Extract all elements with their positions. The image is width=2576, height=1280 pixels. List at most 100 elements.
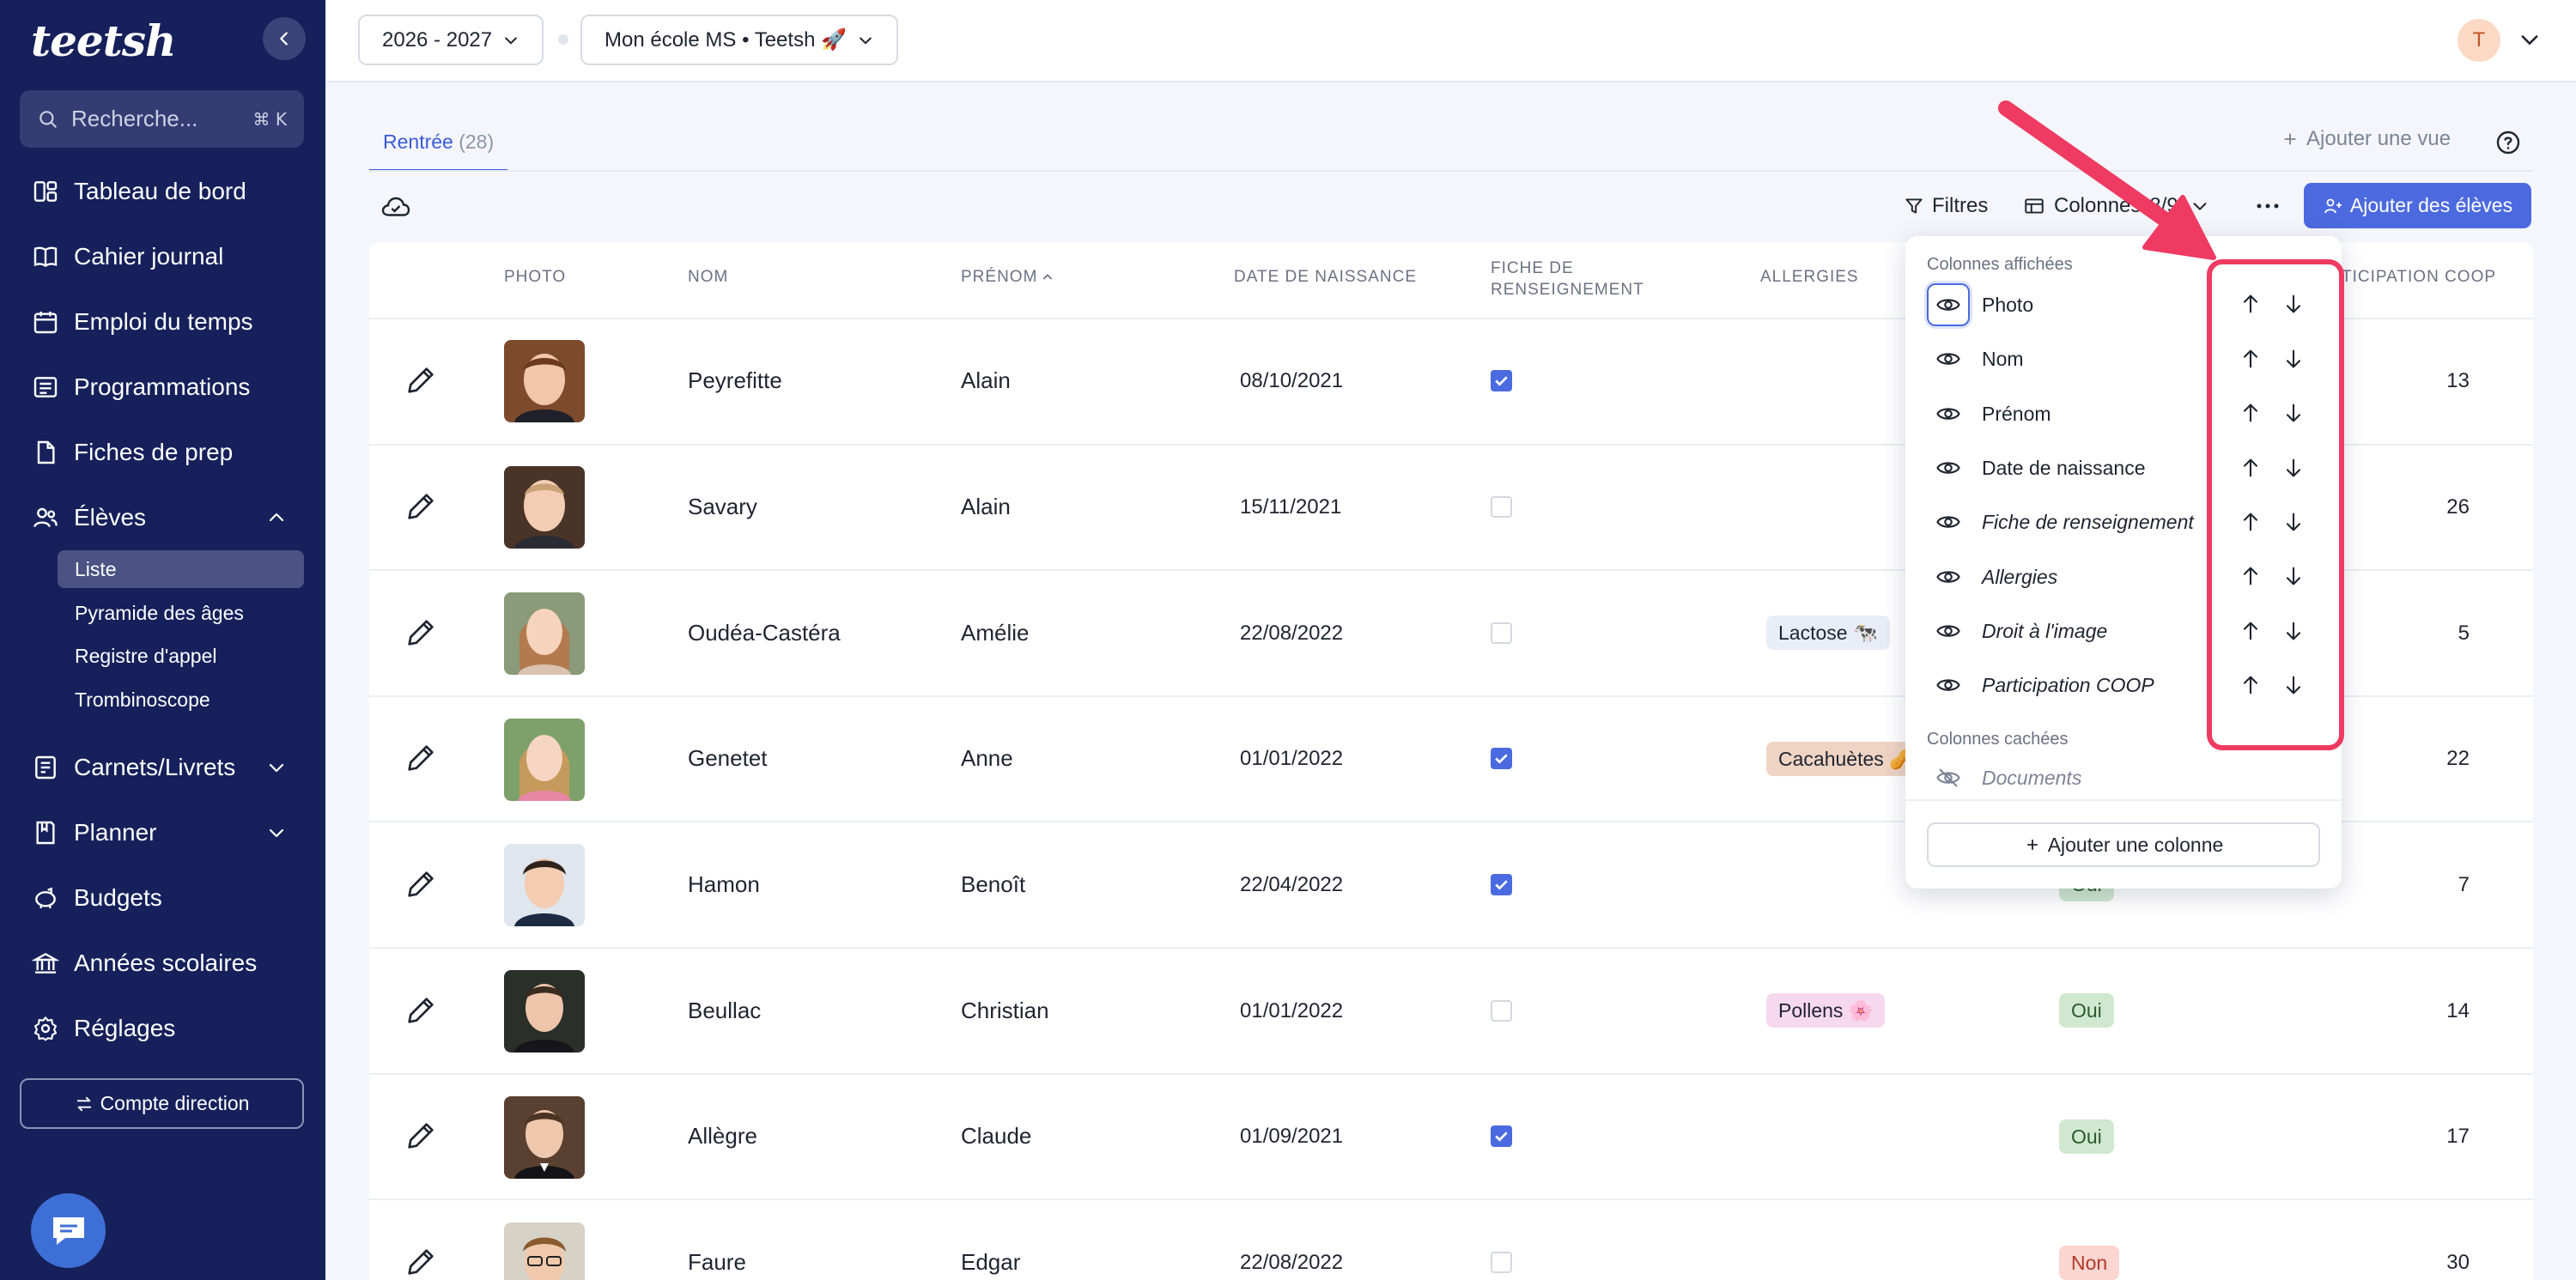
more-horizontal-icon <box>2257 203 2279 209</box>
cell-prenom: Benoît <box>961 871 1026 897</box>
image-rights-badge: Oui <box>2059 993 2114 1028</box>
compte-direction-button[interactable]: Compte direction <box>20 1078 304 1129</box>
search-placeholder: Recherche... <box>71 106 198 131</box>
chat-button[interactable] <box>31 1193 106 1268</box>
fiche-checkbox[interactable] <box>1491 622 1512 644</box>
edit-pencil-icon[interactable] <box>404 867 438 901</box>
school-select[interactable]: Mon école MS • Teetsh 🚀 <box>580 15 898 65</box>
cell-nom: Peyrefitte <box>688 367 782 393</box>
student-photo <box>504 970 585 1053</box>
eye-icon[interactable] <box>1927 610 1970 652</box>
header-prenom-label: PRÉNOM <box>961 268 1038 286</box>
cell-prenom: Amélie <box>961 620 1030 646</box>
edit-pencil-icon[interactable] <box>404 489 438 524</box>
more-options-button[interactable] <box>2255 191 2281 221</box>
edit-pencil-icon[interactable] <box>404 1119 438 1153</box>
edit-pencil-icon[interactable] <box>404 363 438 397</box>
sidebar-item-tableau-de-bord[interactable]: Tableau de bord <box>31 170 297 213</box>
app-logo[interactable]: teetsh <box>31 15 176 66</box>
fiche-checkbox[interactable] <box>1491 496 1512 518</box>
filters-label: Filtres <box>1932 194 1989 217</box>
sidebar-subitem-registre[interactable]: Registre d'appel <box>58 637 304 675</box>
collapse-sidebar-button[interactable] <box>263 17 306 60</box>
fiche-checkbox[interactable] <box>1491 1252 1512 1273</box>
sidebar-item-emploi-du-temps[interactable]: Emploi du temps <box>31 300 297 343</box>
student-photo <box>504 844 585 926</box>
student-photo <box>504 340 585 422</box>
fiche-checkbox[interactable] <box>1491 1125 1512 1147</box>
fiche-checkbox[interactable] <box>1491 1000 1512 1022</box>
cell-nom: Allègre <box>688 1123 757 1149</box>
cell-prenom: Claude <box>961 1123 1032 1149</box>
header-nom[interactable]: NOM <box>688 266 728 288</box>
chevron-down-icon[interactable] <box>2518 27 2542 52</box>
tab-rentree[interactable]: Rentrée (28) <box>369 120 508 172</box>
cell-nom: Oudéa-Castéra <box>688 620 841 646</box>
sidebar-item-planner[interactable]: Planner <box>31 811 297 854</box>
cell-nom: Faure <box>688 1249 746 1275</box>
search-input[interactable]: Recherche... ⌘ K <box>20 90 304 148</box>
cell-coop: 30 <box>2446 1251 2470 1274</box>
chevron-down-icon <box>860 37 872 44</box>
add-students-button[interactable]: Ajouter des élèves <box>2304 183 2531 228</box>
edit-pencil-icon[interactable] <box>404 741 438 775</box>
eye-icon[interactable] <box>1927 392 1970 435</box>
sidebar-item-label: Carnets/Livrets <box>74 754 236 780</box>
compte-direction-label: Compte direction <box>100 1092 250 1114</box>
header-fiche-line1: FICHE DE <box>1491 259 1574 277</box>
fiche-checkbox[interactable] <box>1491 748 1512 769</box>
panel-divider <box>1905 799 2342 801</box>
sidebar-item-programmations[interactable]: Programmations <box>31 366 297 409</box>
sidebar-item-reglages[interactable]: Réglages <box>31 1007 297 1050</box>
sidebar-item-eleves[interactable]: Élèves <box>31 496 297 539</box>
cell-prenom: Alain <box>961 494 1011 519</box>
add-column-button[interactable]: Ajouter une colonne <box>1927 822 2320 867</box>
cell-nom: Savary <box>688 494 757 519</box>
eye-icon[interactable] <box>1927 500 1970 543</box>
sidebar-item-annees-scolaires[interactable]: Années scolaires <box>31 942 297 985</box>
eye-icon[interactable] <box>1927 664 1970 707</box>
sidebar-item-carnets[interactable]: Carnets/Livrets <box>31 746 297 789</box>
header-prenom[interactable]: PRÉNOM <box>961 266 1054 288</box>
annotation-arrow-icon <box>1998 100 2216 260</box>
header-date-naissance[interactable]: DATE DE NAISSANCE <box>1234 266 1417 288</box>
filters-button[interactable]: Filtres <box>1903 191 1988 221</box>
column-label: Documents <box>1982 766 2082 789</box>
eye-off-icon[interactable] <box>1927 756 1970 799</box>
sidebar-item-budgets[interactable]: Budgets <box>31 877 297 919</box>
sidebar-item-label: Tableau de bord <box>74 178 246 204</box>
school-year-select[interactable]: 2026 - 2027 <box>358 15 544 65</box>
help-icon[interactable] <box>2494 129 2522 156</box>
user-avatar[interactable]: T <box>2458 19 2500 62</box>
edit-pencil-icon[interactable] <box>404 616 438 650</box>
sidebar-subitem-pyramide[interactable]: Pyramide des âges <box>58 594 304 632</box>
eye-icon[interactable] <box>1927 446 1970 489</box>
eye-icon[interactable] <box>1927 337 1970 380</box>
edit-pencil-icon[interactable] <box>404 993 438 1028</box>
sidebar-subitem-trombinoscope[interactable]: Trombinoscope <box>58 681 304 719</box>
sidebar-item-cahier-journal[interactable]: Cahier journal <box>31 235 297 278</box>
header-allergies[interactable]: ALLERGIES <box>1760 266 1859 288</box>
add-view-button[interactable]: Ajouter une vue <box>2281 127 2451 151</box>
header-fiche-line2: RENSEIGNEMENT <box>1491 281 1644 299</box>
eye-icon[interactable] <box>1927 283 1970 326</box>
cell-coop: 5 <box>2458 622 2470 645</box>
header-photo: PHOTO <box>504 268 567 286</box>
fiche-checkbox[interactable] <box>1491 370 1512 391</box>
header-coop[interactable]: TICIPATION COOP <box>2342 266 2496 288</box>
column-label: Allergies <box>1982 565 2058 588</box>
student-photo <box>504 1222 585 1280</box>
fiche-checkbox[interactable] <box>1491 874 1512 895</box>
header-fiche[interactable]: FICHE DE RENSEIGNEMENT <box>1491 258 1644 300</box>
row-divider <box>369 1198 2533 1200</box>
eye-icon[interactable] <box>1927 555 1970 598</box>
chevron-left-icon <box>280 32 288 45</box>
sidebar-item-label: Budgets <box>74 884 162 911</box>
cell-coop: 26 <box>2446 495 2470 519</box>
chevron-down-icon <box>269 763 284 773</box>
cell-date: 01/01/2022 <box>1240 999 1344 1022</box>
sidebar-item-fiches-de-prep[interactable]: Fiches de prep <box>31 431 297 474</box>
bank-icon <box>31 949 60 978</box>
sidebar-subitem-liste[interactable]: Liste <box>58 550 304 588</box>
edit-pencil-icon[interactable] <box>404 1245 438 1279</box>
